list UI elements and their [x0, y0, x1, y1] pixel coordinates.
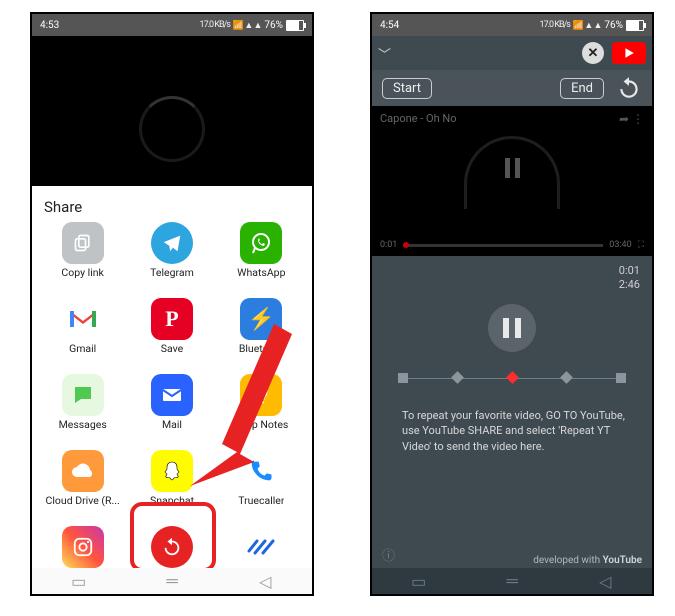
status-time: 4:53 — [40, 20, 59, 31]
marker-diamond-icon[interactable] — [451, 371, 464, 384]
status-bar: 4:53 17.0 KB/s 📶 ▲ ▲ 76% — [32, 14, 312, 36]
video-preview — [32, 36, 312, 186]
status-battery: 76% — [264, 20, 283, 31]
copy-link-icon — [62, 222, 104, 264]
signal-icon: 📶 ▲ ▲ — [233, 20, 262, 31]
share-app-pinterest-save[interactable]: P Save — [127, 298, 216, 370]
share-app-grid: Copy link Telegram WhatsApp Gmail P Save ⚡ Blue… — [38, 222, 306, 582]
pause-button[interactable] — [488, 304, 536, 352]
telegram-icon — [151, 222, 193, 264]
truecaller-icon — [240, 450, 282, 492]
nav-home-icon[interactable]: ═ — [163, 572, 181, 590]
share-sheet: Share Copy link Telegram WhatsApp Gmail P Sav… — [32, 186, 312, 582]
end-button[interactable]: End — [560, 78, 604, 99]
share-app-snapchat[interactable]: Snapchat — [127, 450, 216, 522]
loop-timeline[interactable] — [372, 366, 652, 390]
mail-icon — [151, 374, 193, 416]
marker-end-icon[interactable] — [616, 373, 626, 383]
app-label: Snapchat — [150, 494, 194, 507]
app-label: WhatsApp — [237, 266, 285, 279]
share-icon[interactable]: ➦ ⋮ — [619, 112, 644, 126]
developer-footer: developed with YouTube — [533, 555, 642, 566]
share-app-telegram[interactable]: Telegram — [127, 222, 216, 294]
app-label: Messages — [59, 418, 107, 431]
status-battery: 76% — [604, 20, 623, 31]
close-button[interactable]: ✕ — [582, 42, 604, 64]
marker-playhead-icon[interactable] — [506, 371, 519, 384]
gmail-icon — [62, 298, 104, 340]
app-label: Telegram — [150, 266, 194, 279]
nav-back-icon[interactable]: ◁ — [596, 572, 614, 590]
phone-share-sheet: 4:53 17.0 KB/s 📶 ▲ ▲ 76% Share Copy link… — [30, 12, 314, 596]
video-player[interactable]: Capone - Oh No ➦ ⋮ 0:01 03:40 ⛶ — [372, 106, 652, 256]
share-app-keep-notes[interactable]: Keep Notes — [217, 374, 306, 446]
marker-diamond-icon[interactable] — [560, 371, 573, 384]
app-label: Copy link — [61, 266, 103, 279]
nav-home-icon[interactable]: ═ — [503, 572, 521, 590]
info-icon[interactable]: ⓘ — [382, 545, 395, 564]
share-app-mail[interactable]: Mail — [127, 374, 216, 446]
app-label: Gmail — [69, 342, 96, 355]
loop-total: 2:46 — [372, 278, 640, 292]
video-duration: 03:40 — [609, 240, 631, 250]
share-app-cloud-drive[interactable]: Cloud Drive (R... — [38, 450, 127, 522]
app-label: Keep Notes — [234, 418, 288, 431]
battery-icon — [286, 20, 304, 31]
status-time: 4:54 — [380, 20, 399, 31]
share-app-whatsapp[interactable]: WhatsApp — [217, 222, 306, 294]
app-topbar: ﹀ ✕ — [372, 36, 652, 70]
video-pause-icon[interactable] — [495, 151, 529, 185]
app-label: Cloud Drive (R... — [46, 494, 120, 507]
signal-icon: 📶 ▲ ▲ — [573, 20, 602, 31]
android-navbar: ▭ ═ ◁ — [32, 568, 312, 594]
status-net: 17.0 KB/s — [200, 20, 230, 30]
youtube-logo-icon[interactable] — [612, 42, 646, 64]
nav-recent-icon[interactable]: ▭ — [410, 572, 428, 590]
instagram-chats-icon — [62, 526, 104, 568]
instruction-text: To repeat your favorite video, GO TO You… — [372, 390, 652, 456]
loop-time-display: 0:01 2:46 — [372, 256, 652, 294]
messages-icon — [62, 374, 104, 416]
share-app-bluetooth[interactable]: ⚡ Bluetooth — [217, 298, 306, 370]
whatsapp-icon — [240, 222, 282, 264]
status-net: 17.0 KB/s — [540, 20, 570, 30]
marker-start-icon[interactable] — [398, 373, 408, 383]
share-app-gmail[interactable]: Gmail — [38, 298, 127, 370]
start-button[interactable]: Start — [382, 78, 432, 99]
loop-elapsed: 0:01 — [372, 264, 640, 278]
video-progress-bar[interactable] — [403, 244, 603, 247]
app-label: Bluetooth — [239, 342, 284, 355]
video-elapsed: 0:01 — [380, 240, 397, 250]
share-app-truecaller[interactable]: Truecaller — [217, 450, 306, 522]
pinterest-save-icon: P — [151, 298, 193, 340]
status-bar: 4:54 17.0 KB/s 📶 ▲ ▲ 76% — [372, 14, 652, 36]
bluetooth-icon: ⚡ — [240, 298, 282, 340]
app-label: Truecaller — [238, 494, 284, 507]
cloud-drive-icon — [62, 450, 104, 492]
replay-icon[interactable] — [616, 75, 642, 101]
snapchat-icon — [151, 450, 193, 492]
nav-recent-icon[interactable]: ▭ — [70, 572, 88, 590]
share-app-copy-link[interactable]: Copy link — [38, 222, 127, 294]
app-label: Mail — [162, 418, 182, 431]
fullscreen-icon[interactable]: ⛶ — [638, 240, 644, 250]
chevron-down-icon[interactable]: ﹀ — [378, 44, 391, 63]
share-title: Share — [38, 196, 306, 222]
video-title: Capone - Oh No — [380, 112, 456, 125]
share-app-messages[interactable]: Messages — [38, 374, 127, 446]
loop-controls-row: Start End — [372, 70, 652, 106]
phone-repeat-app: 4:54 17.0 KB/s 📶 ▲ ▲ 76% ﹀ ✕ Start End — [370, 12, 654, 596]
android-navbar: ▭ ═ ◁ — [372, 568, 652, 594]
nearby-share-icon — [240, 526, 282, 568]
loading-spinner-icon — [139, 96, 205, 162]
repeat-yt-video-icon — [151, 526, 193, 568]
keep-notes-icon — [240, 374, 282, 416]
app-label: Save — [161, 342, 183, 355]
battery-icon — [626, 20, 644, 31]
nav-back-icon[interactable]: ◁ — [256, 572, 274, 590]
